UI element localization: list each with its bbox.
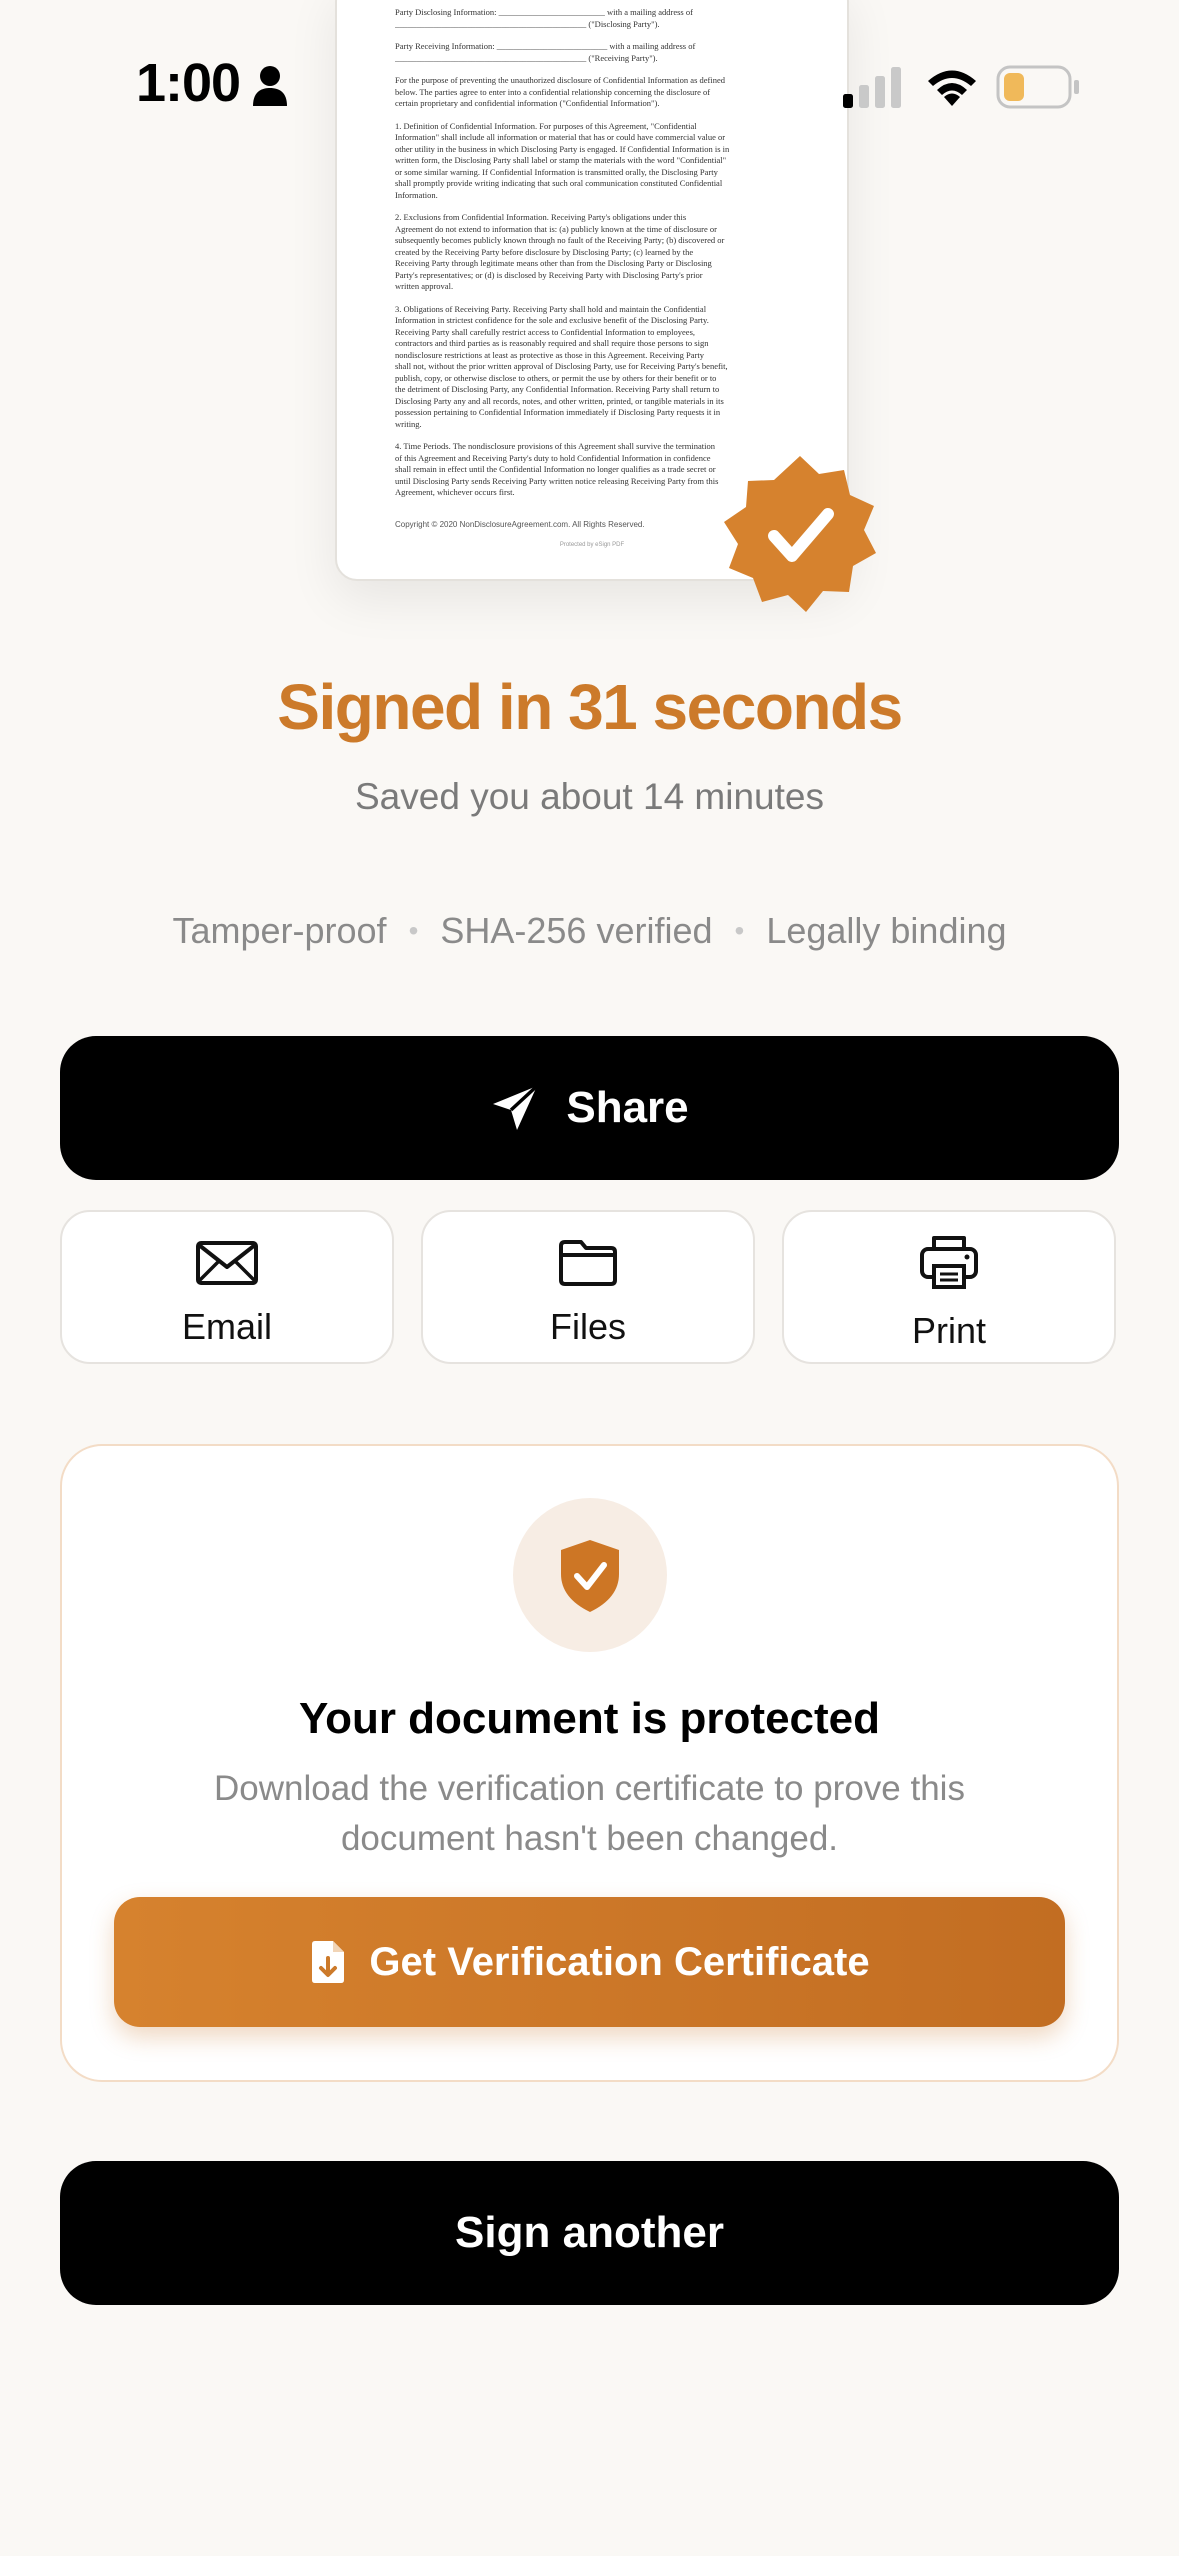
wifi-icon [928,70,976,106]
file-download-icon [312,1941,345,1983]
person-icon [253,66,287,106]
document-line: shall not, without the prior written app… [395,361,728,371]
document-line: Agreement do not extend to information t… [395,223,717,234]
document-footer: Copyright © 2020 NonDisclosureAgreement.… [395,520,645,529]
document-line: 4. Time Periods. The nondisclosure provi… [395,441,715,451]
protection-title: Your document is protected [298,1694,881,1743]
document-line: created by the Receiving Party before di… [395,246,694,257]
email-button[interactable]: Email [60,1210,394,1364]
document-line: publish, copy, or otherwise disclose to … [395,372,717,383]
document-line: the detriment of Disclosing Party, any C… [395,384,720,394]
document-line: Information. [395,189,438,200]
shield-badge [513,1498,667,1652]
document-line: possession pertaining to Confidential In… [395,407,721,417]
document-line: shall promptly provide writing indicatin… [395,178,723,188]
status-time: 1:00 [136,53,241,113]
cellular-signal-icon [843,67,901,108]
document-line: nondisclosure restrictions at least as p… [395,349,704,360]
share-button[interactable]: Share [60,1036,1119,1180]
feature-sha256: SHA-256 verified [440,910,713,951]
document-line: 3. Obligations of Receiving Party. Recei… [395,303,707,314]
document-line: written approval. [395,281,454,291]
get-verification-certificate-button[interactable]: Get Verification Certificate [114,1897,1065,2027]
time-saved-text: Saved you about 14 minutes [355,776,824,817]
envelope-icon [196,1241,258,1285]
feature-legally-binding: Legally binding [766,910,1007,951]
protection-card: Your document is protected Download the … [60,1444,1119,2082]
sign-another-button[interactable]: Sign another [60,2161,1119,2305]
signed-headline: Signed in 31 seconds [277,671,903,743]
paper-plane-icon [493,1084,539,1130]
certificate-label: Get Verification Certificate [369,1939,870,1984]
document-line: contractors and third parties as is reas… [395,338,709,348]
document-line: Information in strictest confidence for … [395,315,709,325]
document-line: subsequently becomes publicly known thro… [395,235,725,245]
files-button[interactable]: Files [421,1210,755,1364]
share-label: Share [566,1083,689,1132]
status-bar: 1:00 [0,0,1179,175]
folder-icon [559,1240,617,1286]
verified-badge-icon [724,456,876,612]
separator-dot: • [408,915,419,946]
document-line: 2. Exclusions from Confidential Informat… [395,212,687,222]
document-line: Receiving Party shall carefully restrict… [395,326,696,337]
document-line: Party's representatives; or (d) is discl… [395,269,703,280]
sign-another-label: Sign another [455,2208,724,2257]
battery-icon [996,65,1079,109]
print-label: Print [911,1310,987,1351]
document-line: writing. [395,418,422,429]
feature-tamper-proof: Tamper-proof [172,910,387,951]
files-label: Files [549,1306,626,1347]
feature-list: Tamper-proof • SHA-256 verified • Legally bi… [0,910,1179,952]
shield-check-icon [561,1540,619,1612]
separator-dot: • [734,915,745,946]
printer-icon [920,1236,978,1289]
print-button[interactable]: Print [782,1210,1116,1364]
document-line: Disclosing Party any and all records, no… [395,395,724,406]
protection-description: Download the verification certificate to… [214,1769,965,1858]
document-line: Receiving Party through legitimate means… [395,258,712,268]
email-label: Email [181,1306,273,1347]
